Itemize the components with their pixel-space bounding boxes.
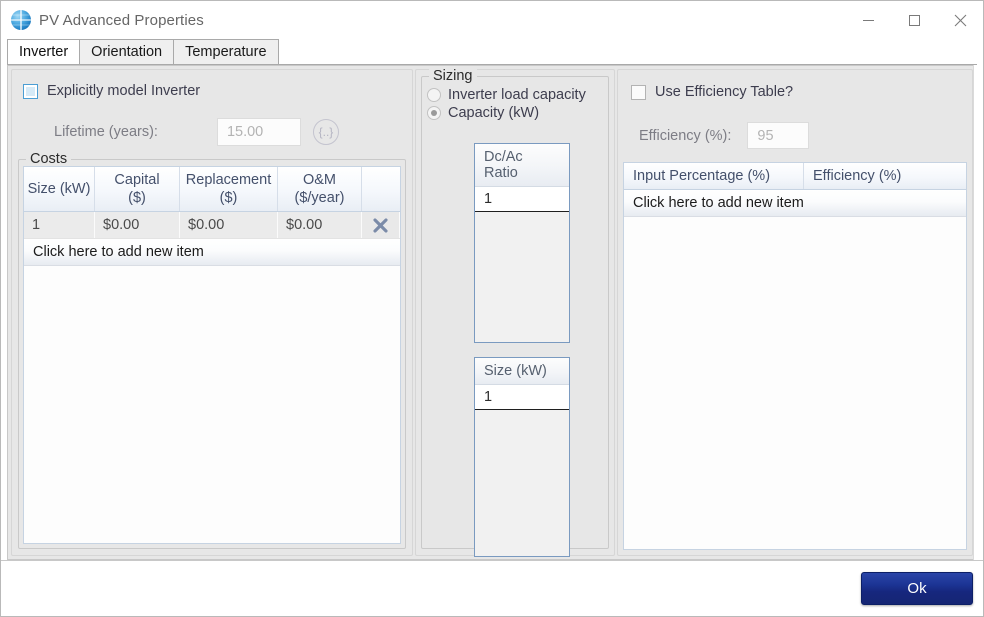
efficiency-header-input-percentage[interactable]: Input Percentage (%) xyxy=(624,163,804,189)
costs-header-capital-unit: ($) xyxy=(128,190,146,207)
costs-grid-empty-area xyxy=(24,266,400,543)
ok-button-label: Ok xyxy=(907,580,927,597)
costs-cell-size[interactable]: 1 xyxy=(24,212,95,239)
costs-add-new-item-row[interactable]: Click here to add new item xyxy=(24,239,400,267)
tab-orientation-label: Orientation xyxy=(91,44,163,60)
size-kw-value: 1 xyxy=(484,389,493,405)
sizing-group-title: Sizing xyxy=(429,68,477,84)
inverter-load-capacity-radio[interactable] xyxy=(427,88,441,102)
close-icon[interactable] xyxy=(937,1,983,39)
size-kw-grid[interactable]: Size (kW) 1 xyxy=(474,357,570,557)
size-kw-header[interactable]: Size (kW) xyxy=(475,358,569,385)
costs-cell-size-value: 1 xyxy=(32,217,41,234)
efficiency-grid-empty-area xyxy=(624,217,966,549)
maximize-icon[interactable] xyxy=(891,1,937,39)
use-efficiency-table-checkbox[interactable] xyxy=(631,84,646,100)
costs-cell-replacement-value: $0.00 xyxy=(188,217,225,234)
minimize-icon[interactable] xyxy=(845,1,891,39)
size-kw-empty-area xyxy=(475,410,569,556)
sizing-option-inverter-load-capacity[interactable]: Inverter load capacity xyxy=(427,87,603,103)
efficiency-header-input-percentage-label: Input Percentage (%) xyxy=(633,168,771,184)
inverter-load-capacity-label: Inverter load capacity xyxy=(448,87,586,103)
costs-cell-delete[interactable] xyxy=(362,212,400,239)
tab-inverter-label: Inverter xyxy=(19,44,69,60)
costs-header-size-label: Size (kW) xyxy=(27,181,91,198)
costs-header-actions xyxy=(362,167,400,212)
sizing-groupbox: Sizing Inverter load capacity Capacity (… xyxy=(421,68,609,557)
inverter-costs-panel: Explicitly model Inverter Lifetime (year… xyxy=(11,69,413,556)
costs-group-title: Costs xyxy=(26,151,72,167)
inverter-tab-content: Explicitly model Inverter Lifetime (year… xyxy=(7,64,977,560)
explicitly-model-inverter-label: Explicitly model Inverter xyxy=(47,83,201,99)
tab-temperature[interactable]: Temperature xyxy=(173,39,279,64)
lifetime-row: Lifetime (years): 15.00 {..} xyxy=(54,118,339,146)
use-efficiency-table-label: Use Efficiency Table? xyxy=(655,84,794,100)
efficiency-table-grid[interactable]: Input Percentage (%) Efficiency (%) Clic… xyxy=(623,162,967,550)
costs-groupbox: Costs Size (kW) Capital ($) Replacement … xyxy=(18,151,406,549)
tab-inverter[interactable]: Inverter xyxy=(7,39,81,64)
dcac-ratio-grid[interactable]: Dc/Ac Ratio 1 xyxy=(474,143,570,343)
lifetime-input[interactable]: 15.00 xyxy=(216,118,301,146)
dcac-ratio-cell[interactable]: 1 xyxy=(475,187,569,212)
lifetime-value: 15.00 xyxy=(226,124,264,140)
costs-header-capital-label: Capital xyxy=(114,172,160,188)
explicitly-model-inverter-checkbox[interactable] xyxy=(23,83,38,99)
costs-cell-om[interactable]: $0.00 xyxy=(278,212,362,239)
tab-temperature-label: Temperature xyxy=(185,44,267,60)
costs-cell-capital[interactable]: $0.00 xyxy=(95,212,180,239)
sizing-option-capacity-kw[interactable]: Capacity (kW) xyxy=(427,105,603,121)
delete-x-icon[interactable] xyxy=(362,212,399,238)
dialog-footer: Ok xyxy=(1,560,983,616)
size-kw-cell[interactable]: 1 xyxy=(475,385,569,410)
globe-icon xyxy=(11,10,31,30)
efficiency-header-efficiency[interactable]: Efficiency (%) xyxy=(804,163,966,189)
capacity-kw-label: Capacity (kW) xyxy=(448,105,540,121)
costs-cell-replacement[interactable]: $0.00 xyxy=(180,212,278,239)
tab-strip: Inverter Orientation Temperature xyxy=(1,39,983,64)
costs-header-replacement-unit: ($) xyxy=(219,190,238,207)
capacity-kw-radio[interactable] xyxy=(427,106,441,120)
costs-header-replacement-label: Replacement xyxy=(185,172,272,188)
dcac-ratio-empty-area xyxy=(475,212,569,342)
ok-button[interactable]: Ok xyxy=(861,572,973,605)
dcac-ratio-header[interactable]: Dc/Ac Ratio xyxy=(475,144,569,187)
content-right-edge xyxy=(973,65,977,560)
lifetime-label: Lifetime (years): xyxy=(54,124,158,140)
sizing-panel: Sizing Inverter load capacity Capacity (… xyxy=(415,68,615,557)
window-title: PV Advanced Properties xyxy=(39,11,204,29)
costs-add-new-item-label: Click here to add new item xyxy=(33,244,204,261)
efficiency-row: Efficiency (%): 95 xyxy=(639,122,810,149)
efficiency-panel: Use Efficiency Table? Efficiency (%): 95… xyxy=(617,69,973,556)
pv-advanced-properties-window: PV Advanced Properties Inverter Orientat… xyxy=(0,0,984,617)
costs-header-om[interactable]: O&M ($/year) xyxy=(278,167,362,212)
title-bar: PV Advanced Properties xyxy=(1,1,983,39)
tab-orientation[interactable]: Orientation xyxy=(79,39,175,64)
dcac-ratio-value: 1 xyxy=(484,191,493,207)
efficiency-add-new-item-label: Click here to add new item xyxy=(633,195,804,211)
costs-grid-header: Size (kW) Capital ($) Replacement ($) O&… xyxy=(24,167,400,213)
costs-grid[interactable]: Size (kW) Capital ($) Replacement ($) O&… xyxy=(23,166,401,544)
efficiency-add-new-item-row[interactable]: Click here to add new item xyxy=(624,190,966,217)
costs-cell-om-value: $0.00 xyxy=(286,217,323,234)
costs-header-om-unit: ($/year) xyxy=(294,190,345,207)
costs-header-om-label: O&M xyxy=(302,172,337,188)
costs-header-replacement[interactable]: Replacement ($) xyxy=(180,167,278,212)
window-controls xyxy=(845,1,983,39)
efficiency-value: 95 xyxy=(757,127,774,144)
sizing-options: Inverter load capacity Capacity (kW) xyxy=(427,87,603,121)
efficiency-grid-header: Input Percentage (%) Efficiency (%) xyxy=(624,163,966,190)
explicitly-model-inverter-row[interactable]: Explicitly model Inverter xyxy=(23,83,200,99)
costs-cell-capital-value: $0.00 xyxy=(103,217,140,234)
ellipsis-button-label: {..} xyxy=(318,125,334,139)
efficiency-header-efficiency-label: Efficiency (%) xyxy=(813,168,902,184)
use-efficiency-table-row[interactable]: Use Efficiency Table? xyxy=(631,84,793,100)
costs-header-capital[interactable]: Capital ($) xyxy=(95,167,180,212)
efficiency-label: Efficiency (%): xyxy=(639,127,732,144)
costs-header-size[interactable]: Size (kW) xyxy=(24,167,95,212)
lifetime-ellipsis-button[interactable]: {..} xyxy=(312,119,339,145)
table-row[interactable]: 1 $0.00 $0.00 $0.00 xyxy=(24,212,400,240)
efficiency-input[interactable]: 95 xyxy=(747,122,810,149)
